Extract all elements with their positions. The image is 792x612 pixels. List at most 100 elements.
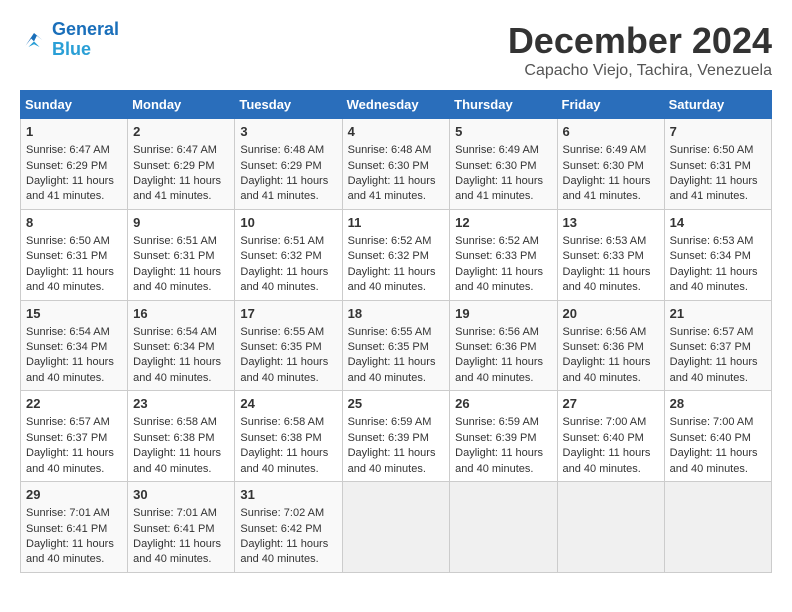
day-number: 13 xyxy=(563,214,659,232)
day-info: Sunrise: 6:56 AMSunset: 6:36 PMDaylight:… xyxy=(563,325,659,387)
calendar-cell xyxy=(342,482,450,573)
calendar-cell: 9 Sunrise: 6:51 AMSunset: 6:31 PMDaylight… xyxy=(128,209,235,300)
calendar-week-1: 1 Sunrise: 6:47 AMSunset: 6:29 PMDaylight… xyxy=(21,119,772,210)
day-info: Sunrise: 6:52 AMSunset: 6:32 PMDaylight:… xyxy=(348,234,445,296)
day-number: 22 xyxy=(26,395,122,413)
day-info: Sunrise: 6:49 AMSunset: 6:30 PMDaylight:… xyxy=(563,143,659,205)
day-info: Sunrise: 6:53 AMSunset: 6:33 PMDaylight:… xyxy=(563,234,659,296)
calendar-cell: 30 Sunrise: 7:01 AMSunset: 6:41 PMDayligh… xyxy=(128,482,235,573)
calendar-week-5: 29 Sunrise: 7:01 AMSunset: 6:41 PMDayligh… xyxy=(21,482,772,573)
day-number: 1 xyxy=(26,123,122,141)
logo-icon xyxy=(20,26,48,54)
day-number: 29 xyxy=(26,486,122,504)
calendar-cell: 1Sunrise: 6:47 AMSunset: 6:29 PMDaylight… xyxy=(21,119,128,210)
day-info: Sunrise: 6:56 AMSunset: 6:36 PMDaylight:… xyxy=(455,325,551,387)
title-block: December 2024 Capacho Viejo, Tachira, Ve… xyxy=(508,20,772,80)
day-info: Sunrise: 6:55 AMSunset: 6:35 PMDaylight:… xyxy=(348,325,445,387)
day-number: 9 xyxy=(133,214,229,232)
day-number: 26 xyxy=(455,395,551,413)
day-info: Sunrise: 6:48 AMSunset: 6:30 PMDaylight:… xyxy=(348,143,445,205)
day-info: Sunrise: 7:00 AMSunset: 6:40 PMDaylight:… xyxy=(563,415,659,477)
weekday-header-sunday: Sunday xyxy=(21,91,128,119)
calendar-cell: 21 Sunrise: 6:57 AMSunset: 6:37 PMDayligh… xyxy=(664,300,771,391)
day-info: Sunrise: 6:58 AMSunset: 6:38 PMDaylight:… xyxy=(240,415,336,477)
day-number: 11 xyxy=(348,214,445,232)
page-header: General Blue December 2024 Capacho Viejo… xyxy=(20,20,772,80)
day-info: Sunrise: 6:55 AMSunset: 6:35 PMDaylight:… xyxy=(240,325,336,387)
day-info: Sunrise: 6:58 AMSunset: 6:38 PMDaylight:… xyxy=(133,415,229,477)
calendar-cell: 17 Sunrise: 6:55 AMSunset: 6:35 PMDayligh… xyxy=(235,300,342,391)
day-number: 27 xyxy=(563,395,659,413)
day-number: 6 xyxy=(563,123,659,141)
calendar-week-3: 15 Sunrise: 6:54 AMSunset: 6:34 PMDayligh… xyxy=(21,300,772,391)
calendar-cell: 23 Sunrise: 6:58 AMSunset: 6:38 PMDayligh… xyxy=(128,391,235,482)
calendar-cell: 18 Sunrise: 6:55 AMSunset: 6:35 PMDayligh… xyxy=(342,300,450,391)
day-info: Sunrise: 7:01 AMSunset: 6:41 PMDaylight:… xyxy=(26,506,122,568)
calendar-cell: 12Sunrise: 6:52 AMSunset: 6:33 PMDayligh… xyxy=(450,209,557,300)
month-title: December 2024 xyxy=(508,20,772,62)
day-number: 18 xyxy=(348,305,445,323)
day-number: 3 xyxy=(240,123,336,141)
location-title: Capacho Viejo, Tachira, Venezuela xyxy=(508,62,772,80)
weekday-header-wednesday: Wednesday xyxy=(342,91,450,119)
calendar-cell: 25Sunrise: 6:59 AMSunset: 6:39 PMDayligh… xyxy=(342,391,450,482)
day-info: Sunrise: 6:49 AMSunset: 6:30 PMDaylight:… xyxy=(455,143,551,205)
day-info: Sunrise: 6:57 AMSunset: 6:37 PMDaylight:… xyxy=(26,415,122,477)
weekday-header-tuesday: Tuesday xyxy=(235,91,342,119)
day-number: 15 xyxy=(26,305,122,323)
weekday-header-saturday: Saturday xyxy=(664,91,771,119)
day-info: Sunrise: 6:59 AMSunset: 6:39 PMDaylight:… xyxy=(455,415,551,477)
calendar-cell: 24 Sunrise: 6:58 AMSunset: 6:38 PMDayligh… xyxy=(235,391,342,482)
calendar-cell: 15 Sunrise: 6:54 AMSunset: 6:34 PMDayligh… xyxy=(21,300,128,391)
day-info: Sunrise: 6:47 AMSunset: 6:29 PMDaylight:… xyxy=(133,143,229,205)
day-number: 16 xyxy=(133,305,229,323)
calendar-cell: 19Sunrise: 6:56 AMSunset: 6:36 PMDayligh… xyxy=(450,300,557,391)
day-info: Sunrise: 6:50 AMSunset: 6:31 PMDaylight:… xyxy=(26,234,122,296)
day-number: 10 xyxy=(240,214,336,232)
calendar-cell: 4 Sunrise: 6:48 AMSunset: 6:30 PMDaylight… xyxy=(342,119,450,210)
day-info: Sunrise: 6:57 AMSunset: 6:37 PMDaylight:… xyxy=(670,325,766,387)
calendar-cell: 3Sunrise: 6:48 AMSunset: 6:29 PMDaylight… xyxy=(235,119,342,210)
calendar-cell: 28 Sunrise: 7:00 AMSunset: 6:40 PMDayligh… xyxy=(664,391,771,482)
weekday-header-thursday: Thursday xyxy=(450,91,557,119)
calendar-cell xyxy=(557,482,664,573)
day-number: 12 xyxy=(455,214,551,232)
day-info: Sunrise: 7:00 AMSunset: 6:40 PMDaylight:… xyxy=(670,415,766,477)
calendar-cell: 11 Sunrise: 6:52 AMSunset: 6:32 PMDayligh… xyxy=(342,209,450,300)
weekday-header-monday: Monday xyxy=(128,91,235,119)
calendar-cell xyxy=(664,482,771,573)
day-info: Sunrise: 7:01 AMSunset: 6:41 PMDaylight:… xyxy=(133,506,229,568)
calendar-cell: 8 Sunrise: 6:50 AMSunset: 6:31 PMDaylight… xyxy=(21,209,128,300)
day-number: 17 xyxy=(240,305,336,323)
calendar-cell: 29 Sunrise: 7:01 AMSunset: 6:41 PMDayligh… xyxy=(21,482,128,573)
calendar-week-2: 8 Sunrise: 6:50 AMSunset: 6:31 PMDaylight… xyxy=(21,209,772,300)
day-info: Sunrise: 6:54 AMSunset: 6:34 PMDaylight:… xyxy=(133,325,229,387)
calendar-cell xyxy=(450,482,557,573)
calendar-cell: 31Sunrise: 7:02 AMSunset: 6:42 PMDayligh… xyxy=(235,482,342,573)
day-number: 8 xyxy=(26,214,122,232)
calendar-header: SundayMondayTuesdayWednesdayThursdayFrid… xyxy=(21,91,772,119)
day-info: Sunrise: 7:02 AMSunset: 6:42 PMDaylight:… xyxy=(240,506,336,568)
logo: General Blue xyxy=(20,20,119,60)
day-info: Sunrise: 6:53 AMSunset: 6:34 PMDaylight:… xyxy=(670,234,766,296)
calendar-cell: 6 Sunrise: 6:49 AMSunset: 6:30 PMDaylight… xyxy=(557,119,664,210)
day-info: Sunrise: 6:50 AMSunset: 6:31 PMDaylight:… xyxy=(670,143,766,205)
day-number: 24 xyxy=(240,395,336,413)
calendar-week-4: 22 Sunrise: 6:57 AMSunset: 6:37 PMDayligh… xyxy=(21,391,772,482)
day-number: 7 xyxy=(670,123,766,141)
day-info: Sunrise: 6:54 AMSunset: 6:34 PMDaylight:… xyxy=(26,325,122,387)
day-info: Sunrise: 6:51 AMSunset: 6:31 PMDaylight:… xyxy=(133,234,229,296)
calendar-cell: 20Sunrise: 6:56 AMSunset: 6:36 PMDayligh… xyxy=(557,300,664,391)
day-number: 23 xyxy=(133,395,229,413)
calendar-cell: 2Sunrise: 6:47 AMSunset: 6:29 PMDaylight… xyxy=(128,119,235,210)
day-number: 25 xyxy=(348,395,445,413)
calendar-cell: 14 Sunrise: 6:53 AMSunset: 6:34 PMDayligh… xyxy=(664,209,771,300)
day-number: 30 xyxy=(133,486,229,504)
day-number: 28 xyxy=(670,395,766,413)
weekday-header-friday: Friday xyxy=(557,91,664,119)
day-number: 5 xyxy=(455,123,551,141)
day-number: 21 xyxy=(670,305,766,323)
day-number: 4 xyxy=(348,123,445,141)
day-number: 14 xyxy=(670,214,766,232)
calendar-cell: 26 Sunrise: 6:59 AMSunset: 6:39 PMDayligh… xyxy=(450,391,557,482)
